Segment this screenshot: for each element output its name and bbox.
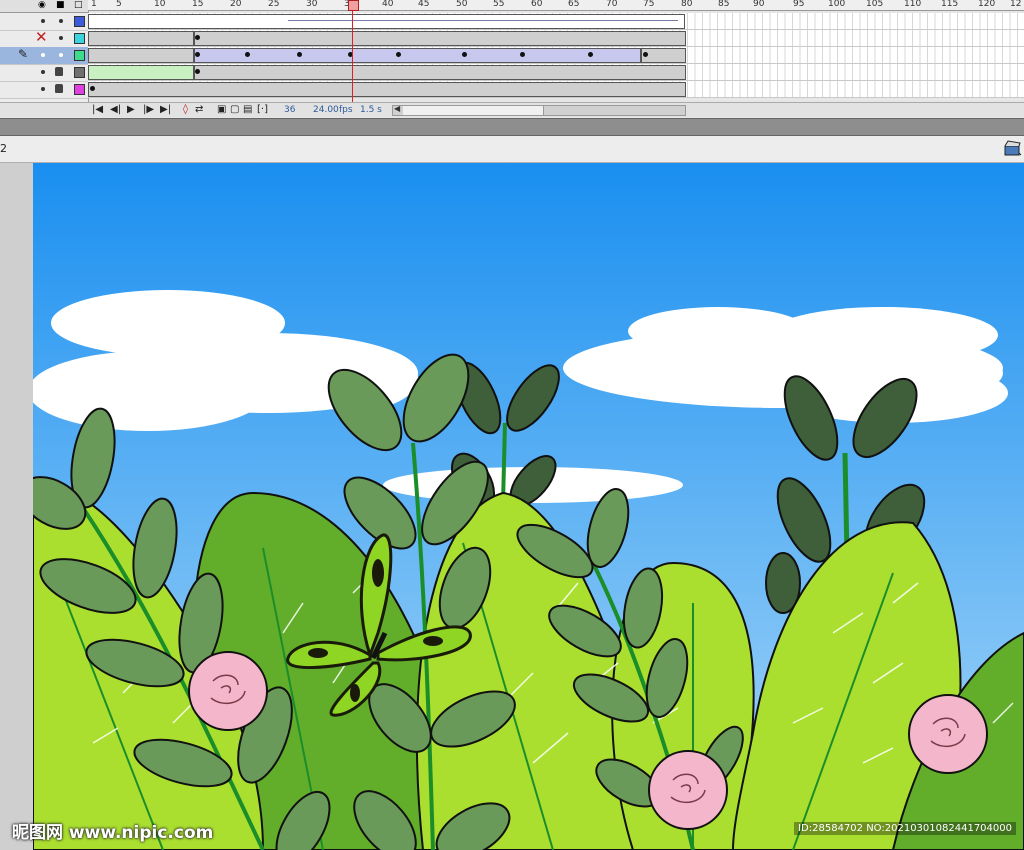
scrollbar-thumb[interactable] bbox=[403, 106, 544, 115]
ruler-tick: 120 bbox=[978, 0, 996, 9]
lock-header-icon[interactable]: ■ bbox=[56, 0, 65, 10]
ruler-tick: 50 bbox=[456, 0, 468, 9]
timeline-scrollbar[interactable]: ◀ bbox=[392, 104, 686, 116]
ruler-tick: 85 bbox=[718, 0, 730, 9]
outline-header-icon[interactable]: □ bbox=[74, 0, 83, 10]
first-frame-button[interactable]: |◀ bbox=[92, 104, 103, 116]
ruler-tick: 95 bbox=[793, 0, 805, 9]
onion-skin-icon[interactable]: ▣ bbox=[217, 104, 226, 116]
onion-markers-icon[interactable]: [·] bbox=[257, 104, 268, 116]
site-watermark: 昵图网 www.nipic.com bbox=[12, 823, 214, 843]
elapsed-time: 1.5 s bbox=[360, 105, 382, 115]
layer-color-swatch[interactable] bbox=[74, 84, 85, 95]
ruler-tick: 70 bbox=[606, 0, 618, 9]
layer-list: ◉ ■ □ ✕ ✎ bbox=[0, 0, 89, 102]
ruler-tick: 1 bbox=[91, 0, 97, 9]
onion-outline-icon[interactable]: ▢ bbox=[230, 104, 239, 116]
layer-color-swatch[interactable] bbox=[74, 16, 85, 27]
stage-toolbar: 2 bbox=[0, 136, 1024, 163]
ruler-tick: 20 bbox=[230, 0, 242, 9]
lock-icon[interactable] bbox=[55, 67, 63, 76]
ruler-tick: 75 bbox=[643, 0, 655, 9]
scroll-left-icon[interactable]: ◀ bbox=[394, 104, 400, 113]
frame-row-4[interactable] bbox=[88, 64, 1024, 81]
stage-canvas[interactable] bbox=[33, 163, 1024, 850]
timeline-controls: |◀ ◀| ▶ |▶ ▶| ◊ ⇄ ▣ ▢ ▤ [·] 36 24.00 fps… bbox=[0, 102, 1024, 117]
frame-row-2[interactable] bbox=[88, 30, 1024, 47]
ruler-tick: 90 bbox=[753, 0, 765, 9]
play-button[interactable]: ▶ bbox=[127, 104, 135, 116]
motion-tween[interactable] bbox=[194, 48, 641, 63]
frame-rate: 24.00 bbox=[313, 105, 339, 115]
lock-icon[interactable] bbox=[55, 84, 63, 93]
ruler-tick: 30 bbox=[306, 0, 318, 9]
pasteboard bbox=[0, 163, 34, 850]
prev-frame-button[interactable]: ◀| bbox=[110, 104, 121, 116]
frame-row-5[interactable] bbox=[88, 81, 1024, 98]
layer-row-4[interactable] bbox=[0, 64, 88, 82]
last-frame-button[interactable]: ▶| bbox=[160, 104, 171, 116]
shape-tween[interactable] bbox=[88, 65, 194, 80]
timeline-panel: ◉ ■ □ ✕ ✎ 1 5 10 15 20 25 30 40 45 50 55… bbox=[0, 0, 1024, 118]
layer-color-swatch[interactable] bbox=[74, 67, 85, 78]
ruler-tick: 60 bbox=[531, 0, 543, 9]
frame-rate-unit: fps bbox=[339, 105, 353, 115]
ruler-tick: 15 bbox=[192, 0, 204, 9]
hidden-x-icon[interactable]: ✕ bbox=[35, 28, 48, 46]
center-frame-icon[interactable]: ◊ bbox=[183, 104, 188, 116]
pencil-icon: ✎ bbox=[18, 47, 29, 61]
ruler-tick: 25 bbox=[268, 0, 280, 9]
scene-number: 2 bbox=[0, 142, 7, 155]
ruler-tick: 65 bbox=[568, 0, 580, 9]
frame-ruler[interactable]: 1 5 10 15 20 25 30 35 40 45 50 55 60 65 … bbox=[88, 0, 1024, 11]
layer-color-swatch[interactable] bbox=[74, 50, 85, 61]
loop-icon[interactable]: ⇄ bbox=[195, 104, 203, 116]
layer-row-5[interactable] bbox=[0, 81, 88, 99]
next-frame-button[interactable]: |▶ bbox=[143, 104, 154, 116]
playhead-line bbox=[352, 0, 353, 102]
ruler-tick: 105 bbox=[866, 0, 884, 9]
frame-span[interactable] bbox=[88, 82, 686, 97]
frame-span[interactable] bbox=[88, 14, 685, 29]
ruler-tick: 100 bbox=[828, 0, 846, 9]
ruler-tick: 45 bbox=[418, 0, 430, 9]
layer-color-swatch[interactable] bbox=[74, 33, 85, 44]
frame-span[interactable] bbox=[194, 65, 686, 80]
ruler-tick: 10 bbox=[154, 0, 166, 9]
playhead-handle[interactable] bbox=[348, 0, 359, 11]
eye-icon[interactable]: ◉ bbox=[38, 0, 46, 10]
panel-divider[interactable] bbox=[0, 118, 1024, 136]
sound-wave bbox=[288, 20, 678, 21]
ruler-tick: 110 bbox=[904, 0, 922, 9]
ruler-tick: 40 bbox=[382, 0, 394, 9]
frame-row-3[interactable] bbox=[88, 47, 1024, 64]
ruler-tick: 12 bbox=[1010, 0, 1022, 9]
ruler-tick: 80 bbox=[681, 0, 693, 9]
ruler-tick: 115 bbox=[941, 0, 959, 9]
edit-multiple-icon[interactable]: ▤ bbox=[243, 104, 252, 116]
scene-illustration bbox=[33, 163, 1024, 850]
ruler-tick: 5 bbox=[116, 0, 122, 9]
frame-span[interactable] bbox=[194, 31, 686, 46]
edit-scene-icon[interactable] bbox=[1004, 140, 1022, 156]
layer-header: ◉ ■ □ bbox=[0, 0, 88, 13]
frame-span[interactable] bbox=[88, 48, 194, 63]
frame-grid[interactable] bbox=[88, 11, 1024, 102]
layer-row-3[interactable]: ✎ bbox=[0, 47, 88, 65]
ruler-tick: 55 bbox=[493, 0, 505, 9]
image-id-watermark: ID:28584702 NO:20210301082441704000 bbox=[794, 822, 1016, 835]
current-frame: 36 bbox=[284, 105, 296, 115]
frame-span[interactable] bbox=[88, 31, 194, 46]
frame-row-1[interactable] bbox=[88, 13, 1024, 30]
layer-row-2[interactable]: ✕ bbox=[0, 28, 88, 48]
